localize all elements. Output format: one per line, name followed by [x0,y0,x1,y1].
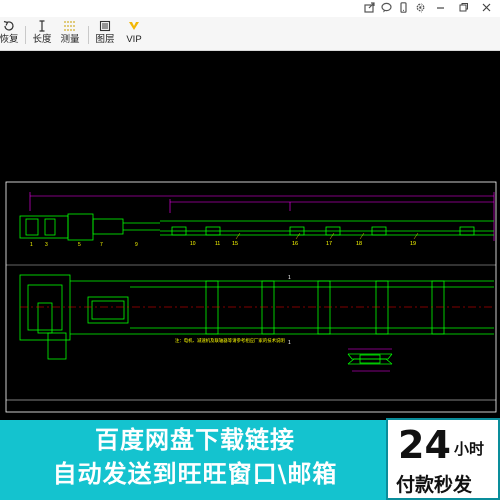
restore-view-icon [3,20,14,31]
restore-tool-label: 恢复 [0,34,19,45]
svg-text:9: 9 [135,242,138,248]
svg-text:11: 11 [215,241,220,247]
layers-tool-label: 图层 [95,34,115,45]
title-bar [0,0,500,17]
label-15: 15 [232,241,238,247]
share-icon[interactable] [364,2,375,13]
svg-text:5: 5 [78,242,81,248]
svg-text:1: 1 [288,275,291,281]
phone-icon[interactable] [398,2,409,13]
toolbar-separator [25,26,26,44]
section-marks: 11 [288,275,291,346]
cross-section-detail [347,353,393,365]
svg-text:10: 10 [190,241,196,247]
titlebar-separator [421,3,422,13]
vip-tool-label: VIP [126,34,142,45]
measure-icon [64,21,76,31]
bottom-callouts: 15 16 17 18 19 [232,241,416,247]
close-icon[interactable] [481,2,492,13]
banner-line-2: 自动发送到旺旺窗口\邮箱 [52,460,338,488]
chat-icon[interactable] [381,2,392,13]
label-18: 18 [356,241,362,247]
conveyor-top-view [19,213,494,241]
banner-line-1: 百度网盘下载链接 [95,426,295,454]
conveyor-plan-view [19,274,494,360]
cad-drawing: 135 79 10 11 15 16 17 18 19 11 注：电机、减速机及… [5,181,497,413]
restore-icon[interactable] [458,2,469,13]
label-19: 19 [410,241,416,247]
badge-number: 24 [398,423,451,467]
measure-tool-button[interactable]: 测量 [59,19,81,49]
technical-note: 注：电机、减速机及联轴器等请参考相应厂家的技术说明 [175,337,285,344]
vip-icon [129,22,139,30]
label-16: 16 [292,241,298,247]
minimize-icon[interactable] [435,2,446,13]
toolbar-separator [88,26,89,44]
layers-icon [99,20,111,32]
svg-text:1: 1 [288,340,291,346]
vip-tool-button[interactable]: VIP [123,19,145,49]
badge-subtitle: 付款秒发 [396,474,473,496]
section-dimensions [348,348,392,372]
toolbar: 恢复 长度 测量 图层 VIP [0,17,500,51]
leader-lines [235,232,419,240]
length-tool-button[interactable]: 长度 [31,19,53,49]
drawing-frame [5,181,497,413]
restore-tool-button[interactable]: 恢复 [0,19,21,49]
length-tool-label: 长度 [32,34,52,45]
badge-unit: 小时 [454,440,485,458]
delivery-badge: 24 小时 付款秒发 [386,418,500,500]
drawing-canvas[interactable]: 135 79 10 11 15 16 17 18 19 1 1 注：电机、减速机… [0,51,500,420]
layers-tool-button[interactable]: 图层 [94,19,116,49]
svg-text:3: 3 [45,242,48,248]
label-17: 17 [326,241,332,247]
length-icon [39,20,45,32]
svg-text:7: 7 [100,242,103,248]
measure-tool-label: 测量 [60,34,80,45]
svg-text:1: 1 [30,242,33,248]
top-view-labels: 1 3 5 7 9 10 11 [30,241,220,248]
